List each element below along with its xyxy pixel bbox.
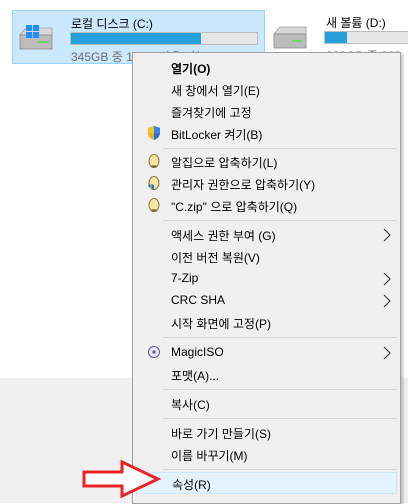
menu-item-label: 7-Zip — [171, 271, 199, 285]
menu-item-label: MagicISO — [171, 345, 224, 359]
alzip-icon — [148, 198, 160, 212]
menu-item-compress-admin[interactable]: 관리자 권한으로 압축하기(Y) — [136, 173, 397, 195]
menu-item-rename[interactable]: 이름 바꾸기(M) — [136, 444, 397, 466]
menu-item-label: 관리자 권한으로 압축하기(Y) — [171, 178, 316, 192]
drive-d-usage-bar — [324, 31, 408, 44]
menu-separator — [163, 220, 397, 221]
menu-item-open[interactable]: 열기(O) — [136, 57, 397, 79]
menu-item-pin-start[interactable]: 시작 화면에 고정(P) — [136, 312, 397, 334]
menu-item-label: BitLocker 켜기(B) — [171, 128, 263, 142]
menu-item-label: 시작 화면에 고정(P) — [171, 317, 271, 331]
drive-c-usage-bar — [70, 32, 258, 45]
menu-item-bitlocker[interactable]: BitLocker 켜기(B) — [136, 123, 397, 145]
drive-c-name: 로컬 디스크 (C:) — [71, 17, 153, 31]
menu-item-label: 알집으로 압축하기(L) — [171, 156, 278, 170]
menu-item-magiciso[interactable]: MagicISO — [136, 342, 397, 364]
menu-item-give-access[interactable]: 액세스 권한 부여 (G) — [136, 224, 397, 246]
menu-item-label: 바로 가기 만들기(S) — [171, 427, 271, 441]
magiciso-icon — [148, 346, 160, 358]
chevron-right-icon — [383, 294, 391, 308]
red-arrow-icon — [82, 459, 162, 499]
menu-item-label: 이름 바꾸기(M) — [171, 449, 248, 463]
menu-separator — [163, 389, 397, 390]
menu-item-open-new-window[interactable]: 새 창에서 열기(E) — [136, 79, 397, 101]
menu-item-label: 액세스 권한 부여 (G) — [171, 229, 276, 243]
menu-separator — [163, 148, 397, 149]
menu-item-label: CRC SHA — [171, 293, 226, 307]
alzip-icon — [148, 154, 160, 168]
menu-separator — [163, 469, 397, 470]
drive-c-usage-fill — [71, 33, 202, 44]
menu-item-copy[interactable]: 복사(C) — [136, 393, 397, 415]
menu-item-create-shortcut[interactable]: 바로 가기 만들기(S) — [136, 422, 397, 444]
menu-item-compress-czip[interactable]: "C.zip" 으로 압축하기(Q) — [136, 195, 397, 217]
chevron-right-icon — [383, 228, 391, 242]
menu-separator — [163, 337, 397, 338]
context-menu: 열기(O) 새 창에서 열기(E) 즐겨찾기에 고정 BitLocker 켜기(… — [132, 52, 401, 504]
menu-item-format[interactable]: 포맷(A)... — [136, 364, 397, 386]
menu-item-label: 복사(C) — [171, 398, 210, 412]
menu-item-label: 이전 버전 복원(V) — [171, 251, 260, 265]
menu-item-properties[interactable]: 속성(R) — [136, 472, 397, 494]
chevron-right-icon — [383, 346, 391, 360]
shield-icon — [148, 126, 160, 140]
menu-item-compress-alzip[interactable]: 알집으로 압축하기(L) — [136, 151, 397, 173]
drive-d-name: 새 볼륨 (D:) — [326, 16, 386, 30]
menu-item-label: "C.zip" 으로 압축하기(Q) — [171, 200, 298, 214]
hard-drive-icon — [19, 25, 53, 50]
menu-item-restore-versions[interactable]: 이전 버전 복원(V) — [136, 246, 397, 268]
menu-item-label: 속성(R) — [172, 478, 211, 492]
menu-item-label: 포맷(A)... — [171, 369, 220, 383]
chevron-right-icon — [383, 272, 391, 286]
menu-separator — [163, 418, 397, 419]
menu-item-pin-quick-access[interactable]: 즐겨찾기에 고정 — [136, 101, 397, 123]
menu-item-label: 새 창에서 열기(E) — [171, 84, 260, 98]
menu-item-7zip[interactable]: 7-Zip — [136, 268, 397, 290]
menu-item-label: 즐겨찾기에 고정 — [171, 106, 252, 120]
hard-drive-icon — [273, 26, 307, 49]
alzip-admin-icon — [148, 176, 160, 190]
drive-d-usage-fill — [325, 32, 347, 43]
menu-item-label: 열기(O) — [171, 62, 211, 76]
menu-item-crc-sha[interactable]: CRC SHA — [136, 290, 397, 312]
